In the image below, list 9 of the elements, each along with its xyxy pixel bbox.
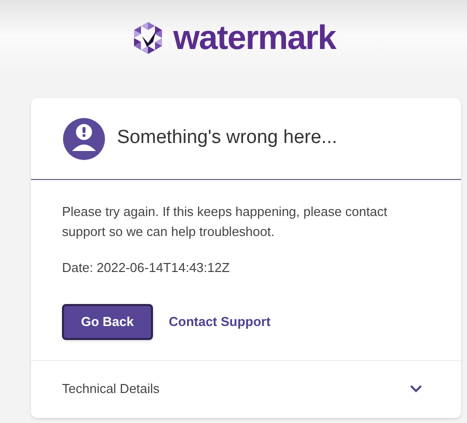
chevron-icon — [410, 385, 422, 393]
go-back-button[interactable]: Go Back — [62, 304, 153, 340]
technical-details-toggle[interactable]: Technical Details — [31, 360, 461, 418]
contact-support-link[interactable]: Contact Support — [168, 312, 271, 332]
error-date: Date: 2022-06-14T14:43:12Z — [62, 259, 231, 277]
error-message: Please try again. If this keeps happening, please contact support so we can help troubleshoot. — [62, 203, 388, 241]
alert-person-icon — [63, 118, 105, 160]
error-title: Something's wrong here... — [117, 126, 338, 150]
logo-text: watermark — [173, 21, 336, 55]
